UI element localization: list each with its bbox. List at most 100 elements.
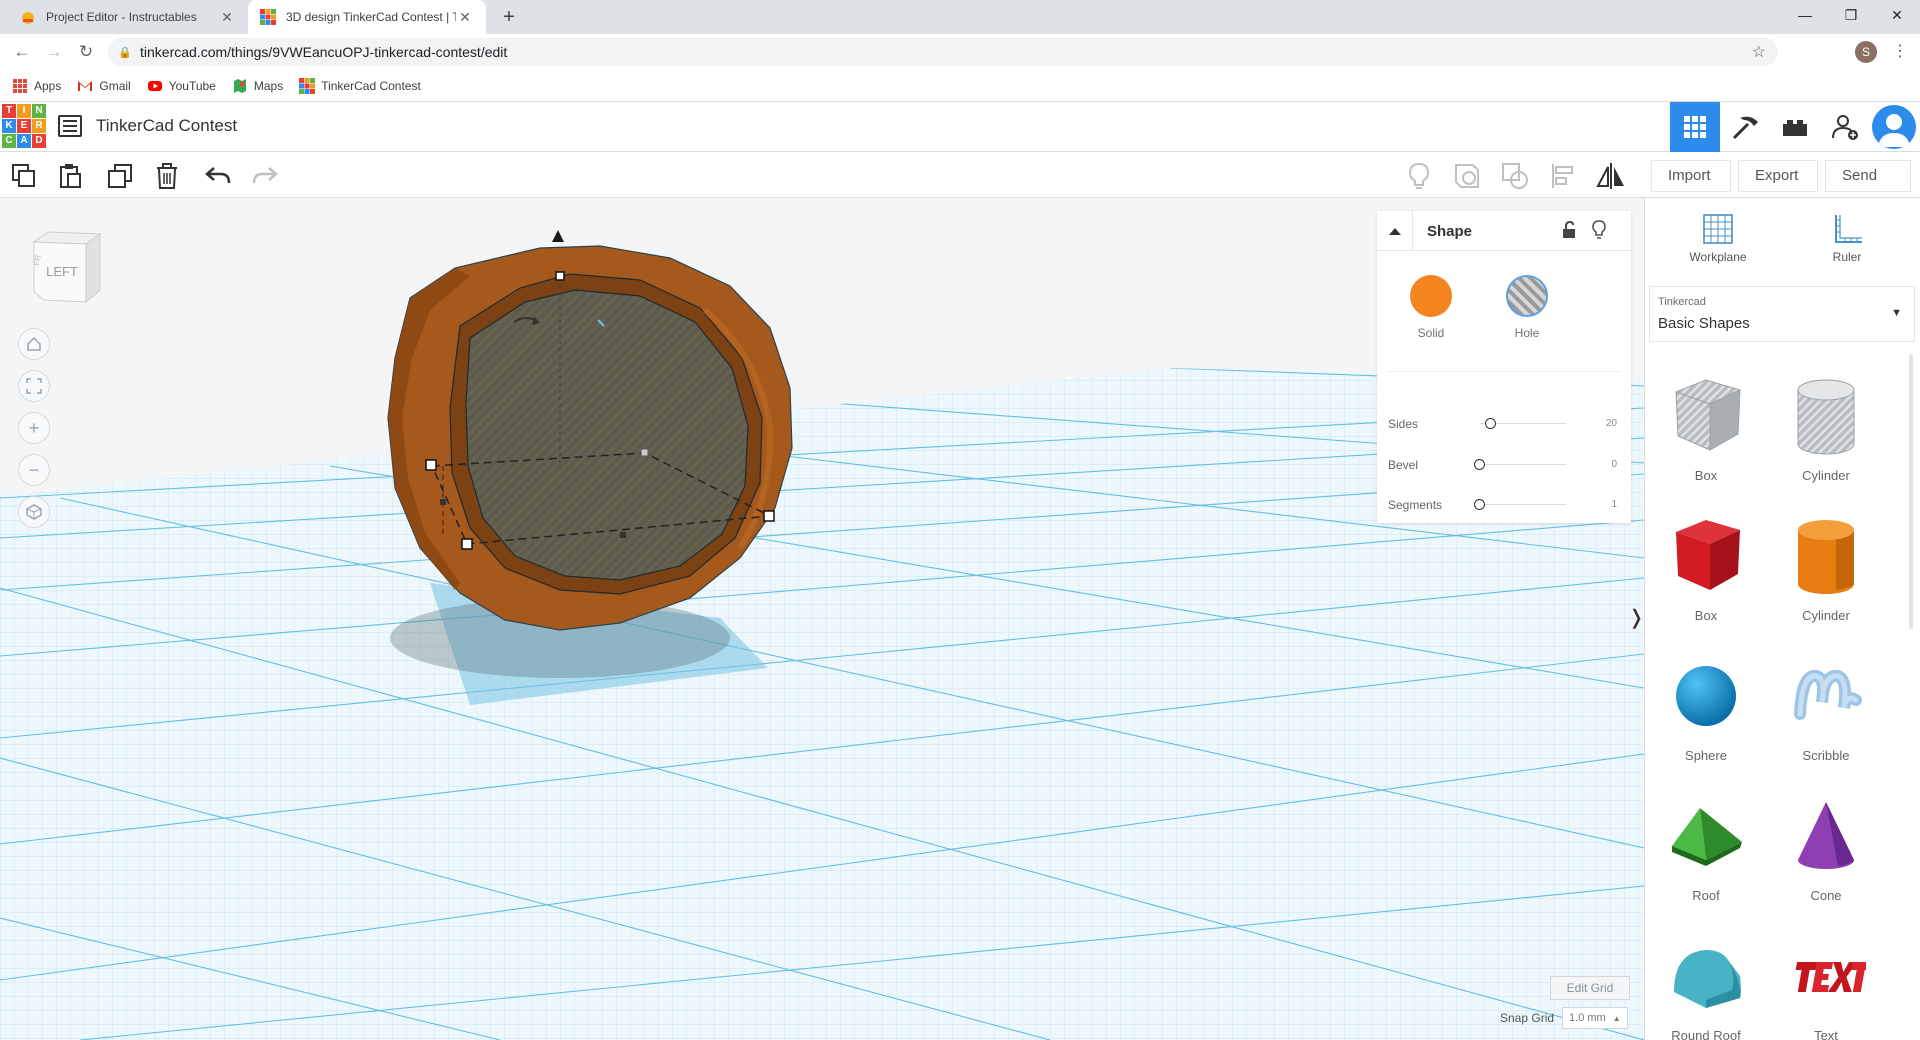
tab-close-icon[interactable]: ✕ xyxy=(218,9,236,26)
shape-cylinder-hole[interactable]: Cylinder xyxy=(1771,374,1881,504)
group-icon xyxy=(1455,164,1479,188)
bookmark-tinkercad-contest[interactable]: TinkerCad Contest xyxy=(299,77,421,94)
browser-tab-instructables[interactable]: Project Editor - Instructables ✕ xyxy=(8,0,248,34)
codeblocks-button[interactable] xyxy=(1720,102,1770,152)
group-button[interactable] xyxy=(1451,160,1483,192)
shape-roof[interactable]: Roof xyxy=(1651,794,1761,924)
copy-button[interactable] xyxy=(8,160,40,192)
unlock-icon[interactable] xyxy=(1561,221,1577,239)
snap-grid-select[interactable]: 1.0 mm ▲ xyxy=(1562,1007,1629,1029)
restore-icon[interactable]: ❐ xyxy=(1828,0,1874,30)
bookmark-apps[interactable]: Apps xyxy=(12,78,61,94)
inspector-collapse-button[interactable] xyxy=(1377,211,1413,251)
url-text: tinkercad.com/things/9VWEancuOPJ-tinkerc… xyxy=(140,44,508,60)
chevron-up-icon xyxy=(1388,228,1401,235)
back-arrow-icon[interactable]: ← xyxy=(8,38,36,66)
duplicate-button[interactable] xyxy=(104,160,136,192)
align-button[interactable] xyxy=(1547,160,1579,192)
sides-slider-knob[interactable] xyxy=(1485,418,1497,429)
gmail-icon xyxy=(78,80,93,91)
param-value[interactable]: 20 xyxy=(1606,418,1617,429)
segments-slider[interactable] xyxy=(1480,504,1566,505)
hole-swatch[interactable] xyxy=(1506,275,1548,317)
zoom-in-button[interactable]: + xyxy=(18,412,50,444)
bevel-slider-knob[interactable] xyxy=(1474,459,1485,470)
bricks-view-button[interactable] xyxy=(1770,102,1820,152)
invite-user-button[interactable] xyxy=(1820,102,1870,152)
segments-slider-knob[interactable] xyxy=(1474,499,1485,510)
paste-button[interactable] xyxy=(55,160,87,192)
forward-arrow-icon[interactable]: → xyxy=(40,38,68,66)
shape-text[interactable]: Text xyxy=(1771,934,1881,1040)
shape-scribble[interactable]: Scribble xyxy=(1771,654,1881,784)
3d-design-view-button[interactable] xyxy=(1670,102,1720,152)
param-value[interactable]: 1 xyxy=(1611,499,1617,510)
shape-label: Box xyxy=(1694,608,1718,623)
bookmark-star-icon[interactable]: ☆ xyxy=(1752,42,1766,62)
profile-avatar[interactable]: S xyxy=(1855,41,1877,63)
tinkercad-header: T I N K E R C A D TinkerCad Contest xyxy=(0,102,1920,152)
shape-box-hole[interactable]: Box xyxy=(1651,374,1761,504)
shape-round-roof[interactable]: Round Roof xyxy=(1651,934,1761,1040)
design-title[interactable]: TinkerCad Contest xyxy=(96,116,237,136)
fit-view-button[interactable] xyxy=(18,370,50,402)
collapse-panel-button[interactable]: ❭ xyxy=(1628,600,1644,636)
solid-button[interactable]: Solid xyxy=(1391,275,1471,340)
ortho-view-button[interactable] xyxy=(18,496,50,528)
shape-label: Round Roof xyxy=(1671,1028,1741,1040)
shape-cone[interactable]: Cone xyxy=(1771,794,1881,924)
delete-button[interactable] xyxy=(151,160,183,192)
workplane-tool-button[interactable]: Workplane xyxy=(1678,212,1758,264)
tinkercad-favicon-icon xyxy=(260,9,276,25)
divider xyxy=(1387,371,1621,372)
user-avatar[interactable] xyxy=(1872,105,1916,149)
mirror-button[interactable] xyxy=(1595,160,1627,192)
solid-color-swatch[interactable] xyxy=(1410,275,1452,317)
redo-button[interactable] xyxy=(249,160,281,192)
shape-label: Sphere xyxy=(1685,748,1727,763)
send-to-button[interactable]: Send To xyxy=(1825,160,1911,214)
ruler-tool-button[interactable]: Ruler xyxy=(1807,212,1887,264)
browser-tab-tinkercad[interactable]: 3D design TinkerCad Contest | Tinkercad … xyxy=(248,0,486,34)
address-bar[interactable]: 🔒 tinkercad.com/things/9VWEancuOPJ-tinke… xyxy=(108,38,1778,66)
zoom-out-button[interactable]: − xyxy=(18,454,50,486)
workplane-canvas[interactable]: LEFT FR + − Shape Solid Hole Sides 20 Be… xyxy=(0,198,1644,1040)
shapes-list: Box Cylinder Box Cylinder Sphere Scribbl… xyxy=(1645,350,1920,1040)
new-tab-button[interactable]: + xyxy=(496,4,522,30)
window-close-icon[interactable]: ✕ xyxy=(1874,0,1920,30)
dropdown-arrow-icon: ▼ xyxy=(1891,307,1902,319)
duplicate-icon xyxy=(108,164,132,188)
tab-title: Project Editor - Instructables xyxy=(46,10,197,24)
bookmark-maps[interactable]: Maps xyxy=(232,78,283,94)
export-button[interactable]: Export xyxy=(1738,160,1818,192)
import-button[interactable]: Import xyxy=(1651,160,1731,192)
bookmark-label: YouTube xyxy=(168,78,216,93)
design-list-icon[interactable] xyxy=(58,115,82,137)
ungroup-button[interactable] xyxy=(1499,160,1531,192)
tinkercad-logo[interactable]: T I N K E R C A D xyxy=(2,104,46,150)
snap-grid-value: 1.0 mm xyxy=(1569,1012,1606,1024)
reload-icon[interactable]: ↻ xyxy=(72,38,100,66)
lightbulb-icon[interactable] xyxy=(1592,220,1606,240)
hole-button[interactable]: Hole xyxy=(1487,275,1567,340)
shape-cylinder[interactable]: Cylinder xyxy=(1771,514,1881,644)
more-menu-icon[interactable]: ⋮ xyxy=(1890,38,1910,66)
bookmark-label: Maps xyxy=(253,78,284,93)
view-cube[interactable]: LEFT FR xyxy=(28,228,104,308)
home-view-button[interactable] xyxy=(18,328,50,360)
bookmark-youtube[interactable]: YouTube xyxy=(147,78,216,94)
param-value[interactable]: 0 xyxy=(1611,459,1617,470)
tab-close-icon[interactable]: ✕ xyxy=(456,9,474,26)
perspective-icon xyxy=(26,504,42,520)
notes-button[interactable] xyxy=(1403,160,1435,192)
bookmark-gmail[interactable]: Gmail xyxy=(77,78,131,94)
shapes-panel: Workplane Ruler Tinkercad Basic Shapes ▼… xyxy=(1644,198,1920,1040)
bevel-slider[interactable] xyxy=(1480,464,1566,465)
shape-box[interactable]: Box xyxy=(1651,514,1761,644)
shape-sphere[interactable]: Sphere xyxy=(1651,654,1761,784)
undo-button[interactable] xyxy=(202,160,234,192)
minimize-icon[interactable]: — xyxy=(1782,0,1828,30)
shape-library-dropdown[interactable]: Tinkercad Basic Shapes ▼ xyxy=(1649,286,1915,342)
home-icon xyxy=(27,336,41,351)
edit-grid-button[interactable]: Edit Grid xyxy=(1550,976,1630,1000)
